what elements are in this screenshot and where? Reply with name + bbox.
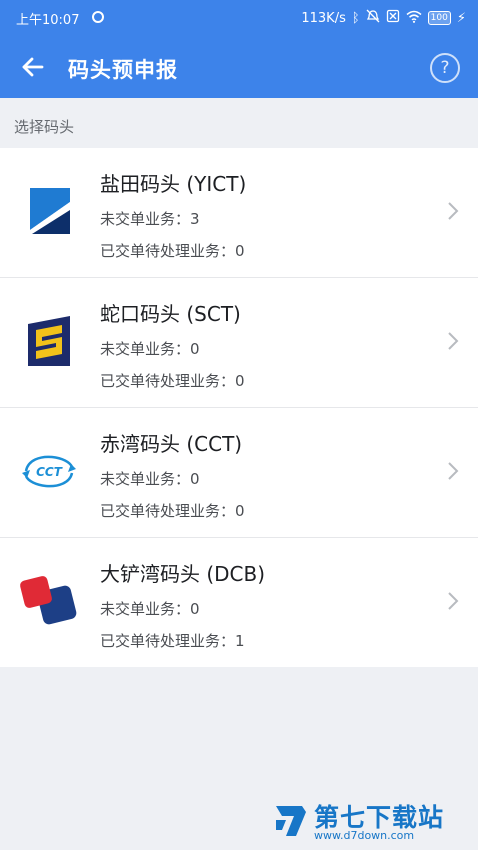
terminal-name: 盐田码头 (YICT): [100, 172, 247, 196]
chevron-right-icon: [446, 590, 460, 612]
section-label: 选择码头: [14, 118, 75, 136]
status-time: 上午10:07: [16, 13, 80, 28]
watermark: 第七下载站 www.d7down.com: [274, 798, 470, 844]
battery-icon: 100: [427, 11, 451, 25]
status-icons: 113K/s ᛒ 100 ⚡: [301, 9, 466, 27]
terminal-item-cct[interactable]: CCT 赤湾码头 (CCT) 未交单业务：0 已交单待处理业务：0: [0, 408, 478, 538]
terminal-item-sct[interactable]: 蛇口码头 (SCT) 未交单业务：0 已交单待处理业务：0: [0, 278, 478, 408]
terminal-list: 盐田码头 (YICT) 未交单业务：3 已交单待处理业务：0 蛇口码头 (SCT…: [0, 148, 478, 667]
network-speed: 113K/s: [301, 10, 346, 26]
help-icon[interactable]: ?: [430, 53, 460, 83]
wifi-icon: [406, 10, 422, 27]
app-bar: 码头预申报 ?: [0, 36, 478, 98]
status-indicator-icon: [92, 11, 104, 23]
submitted-count: 已交单待处理业务：0: [100, 372, 245, 390]
cct-logo-icon: CCT: [18, 440, 80, 502]
watermark-logo-icon: [274, 802, 308, 840]
chevron-right-icon: [446, 460, 460, 482]
terminal-name: 大铲湾码头 (DCB): [100, 562, 266, 586]
mute-icon: [366, 9, 380, 27]
charging-icon: ⚡: [456, 10, 466, 26]
status-bar: 上午10:07 113K/s ᛒ 100 ⚡: [0, 0, 478, 36]
back-arrow-icon[interactable]: [20, 54, 46, 80]
terminal-name: 赤湾码头 (CCT): [100, 432, 243, 456]
sim-icon: [386, 9, 400, 27]
submitted-count: 已交单待处理业务：1: [100, 632, 245, 650]
pending-count: 未交单业务：3: [100, 210, 200, 228]
sct-logo-icon: [18, 310, 80, 372]
pending-count: 未交单业务：0: [100, 470, 200, 488]
cct-logo-text: CCT: [36, 465, 63, 479]
dcb-logo-icon: [18, 570, 80, 632]
page-title: 码头预申报: [68, 58, 178, 82]
chevron-right-icon: [446, 330, 460, 352]
terminal-name: 蛇口码头 (SCT): [100, 302, 241, 326]
pending-count: 未交单业务：0: [100, 600, 200, 618]
terminal-item-yict[interactable]: 盐田码头 (YICT) 未交单业务：3 已交单待处理业务：0: [0, 148, 478, 278]
watermark-url: www.d7down.com: [314, 829, 415, 842]
chevron-right-icon: [446, 200, 460, 222]
bluetooth-icon: ᛒ: [351, 10, 360, 26]
terminal-item-dcb[interactable]: 大铲湾码头 (DCB) 未交单业务：0 已交单待处理业务：1: [0, 538, 478, 667]
submitted-count: 已交单待处理业务：0: [100, 502, 245, 520]
yict-logo-icon: [18, 180, 80, 242]
pending-count: 未交单业务：0: [100, 340, 200, 358]
submitted-count: 已交单待处理业务：0: [100, 242, 245, 260]
